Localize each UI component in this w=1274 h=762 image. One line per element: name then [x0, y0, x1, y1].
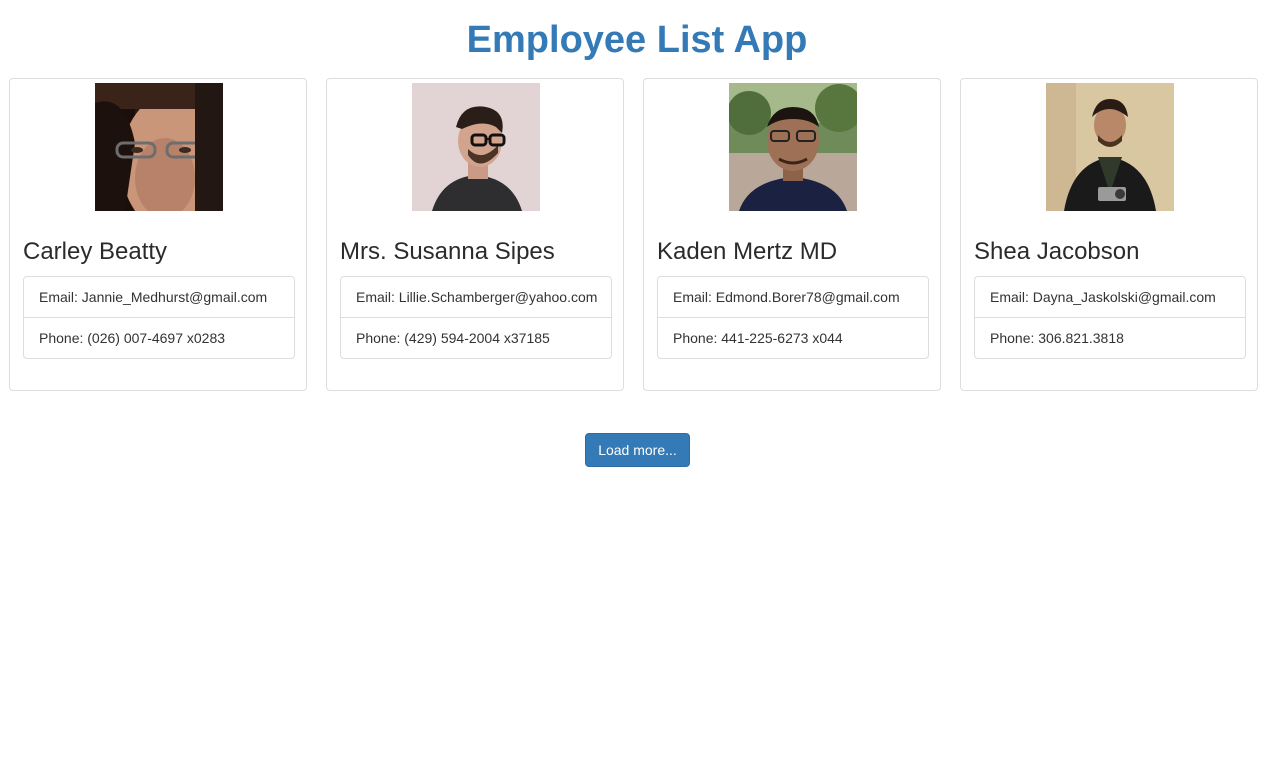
employee-phone: Phone: 306.821.3818 [975, 317, 1245, 358]
employee-card: Carley Beatty Email: Jannie_Medhurst@gma… [9, 78, 307, 391]
employee-name: Kaden Mertz MD [657, 238, 838, 265]
page-title: Employee List App [466, 19, 808, 61]
employee-name: Mrs. Susanna Sipes [340, 238, 555, 265]
load-more-button[interactable]: Load more... [585, 433, 690, 467]
employee-contact-list: Email: Edmond.Borer78@gmail.com Phone: 4… [657, 276, 929, 359]
employee-contact-list: Email: Lillie.Schamberger@yahoo.com Phon… [340, 276, 612, 359]
employee-phone: Phone: (026) 007-4697 x0283 [24, 317, 294, 358]
employee-avatar [1046, 83, 1174, 211]
employee-avatar [412, 83, 540, 211]
employee-email: Email: Lillie.Schamberger@yahoo.com [356, 289, 598, 305]
employee-avatar [95, 83, 223, 211]
employee-avatar [729, 83, 857, 211]
employee-name: Shea Jacobson [974, 238, 1140, 265]
employee-contact-list: Email: Jannie_Medhurst@gmail.com Phone: … [23, 276, 295, 359]
employee-name: Carley Beatty [23, 238, 168, 265]
employee-card: Shea Jacobson Email: Dayna_Jaskolski@gma… [960, 78, 1258, 391]
employee-email: Email: Edmond.Borer78@gmail.com [673, 289, 900, 305]
avatar-photo-icon [729, 83, 857, 211]
employee-email: Email: Dayna_Jaskolski@gmail.com [990, 289, 1216, 305]
avatar-photo-icon [1046, 83, 1174, 211]
employee-card-list: Carley Beatty Email: Jannie_Medhurst@gma… [9, 78, 1266, 391]
employee-phone: Phone: (429) 594-2004 x37185 [341, 317, 611, 358]
employee-phone: Phone: 441-225-6273 x044 [658, 317, 928, 358]
avatar-photo-icon [412, 83, 540, 211]
employee-card: Kaden Mertz MD Email: Edmond.Borer78@gma… [643, 78, 941, 391]
employee-email: Email: Jannie_Medhurst@gmail.com [39, 289, 268, 305]
avatar-photo-icon [95, 83, 223, 211]
employee-contact-list: Email: Dayna_Jaskolski@gmail.com Phone: … [974, 276, 1246, 359]
employee-card: Mrs. Susanna Sipes Email: Lillie.Schambe… [326, 78, 624, 391]
